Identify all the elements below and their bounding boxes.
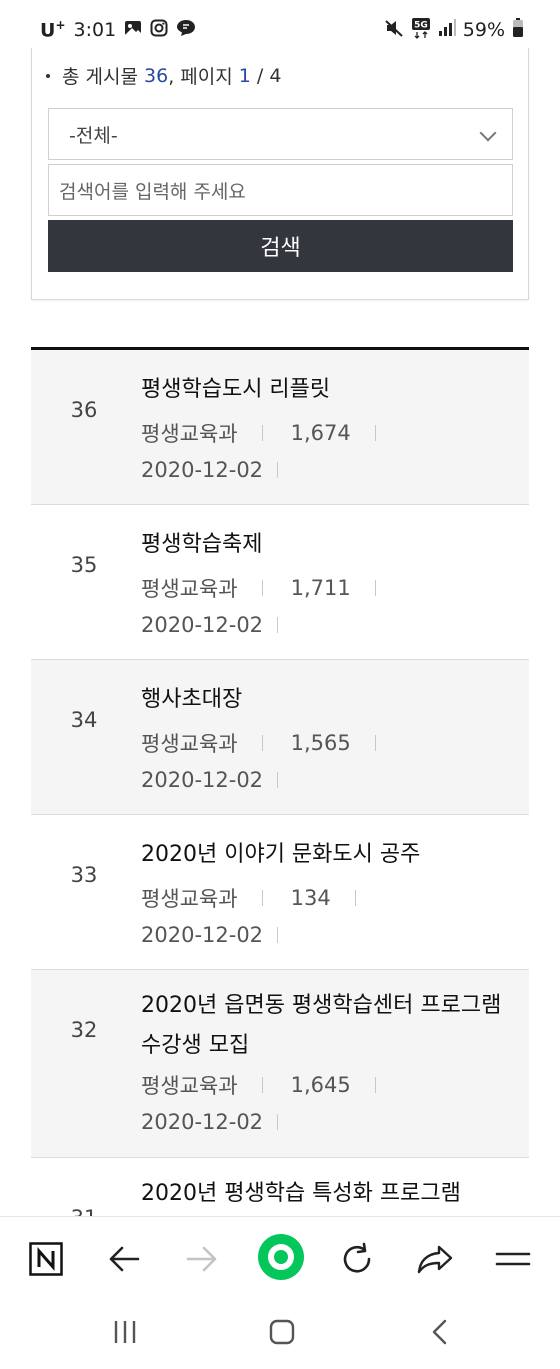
share-icon[interactable] <box>413 1237 457 1281</box>
post-views: 1,674 <box>290 421 351 445</box>
post-number: 32 <box>70 1018 98 1042</box>
post-views: 1,711 <box>290 576 351 600</box>
chat-icon <box>176 19 196 42</box>
post-meta: 평생교육과 1,565 <box>141 728 404 758</box>
gallery-icon <box>124 19 142 42</box>
refresh-icon[interactable] <box>335 1237 379 1281</box>
divider <box>354 890 356 906</box>
post-views: 134 <box>290 886 331 910</box>
post-dept: 평생교육과 <box>141 1074 238 1098</box>
post-number: 33 <box>70 863 98 887</box>
list-item[interactable]: 35 평생학습축제 평생교육과 1,711 2020-12-02 <box>31 505 529 660</box>
post-date-wrap: 2020-12-02 <box>141 768 279 792</box>
battery-icon <box>512 17 524 43</box>
post-meta: 평생교육과 134 <box>141 883 384 913</box>
current-page: 1 <box>238 64 251 87</box>
divider <box>261 735 263 751</box>
post-date: 2020-12-02 <box>141 458 264 482</box>
chevron-down-icon <box>479 124 497 142</box>
divider <box>277 927 279 943</box>
recent-apps-icon[interactable] <box>105 1314 145 1350</box>
divider <box>261 580 263 596</box>
mute-icon <box>384 19 404 42</box>
back-arrow-icon[interactable] <box>102 1237 146 1281</box>
system-nav-bar <box>0 1296 560 1369</box>
post-dept: 평생교육과 <box>141 577 238 601</box>
divider <box>277 1114 279 1130</box>
list-item[interactable]: 32 2020년 읍면동 평생학습센터 프로그램 수강생 모집 평생교육과 1,6… <box>31 970 529 1158</box>
post-meta: 평생교육과 1,645 <box>141 1070 404 1100</box>
naver-icon[interactable] <box>24 1237 68 1281</box>
home-icon[interactable] <box>262 1314 302 1350</box>
back-icon[interactable] <box>420 1314 460 1350</box>
post-number: 35 <box>70 553 98 577</box>
post-title[interactable]: 행사초대장 <box>141 680 511 720</box>
post-views: 1,645 <box>290 1073 351 1097</box>
divider <box>374 735 376 751</box>
total-count: 36 <box>144 64 169 87</box>
browser-toolbar <box>0 1216 560 1296</box>
post-date-wrap: 2020-12-02 <box>141 613 279 637</box>
post-summary: 총 게시물 36, 페이지 1 / 4 <box>44 62 281 89</box>
post-title[interactable]: 2020년 읍면동 평생학습센터 프로그램 수강생 모집 <box>141 986 511 1066</box>
list-item[interactable]: 33 2020년 이야기 문화도시 공주 평생교육과 134 2020-12-02 <box>31 815 529 970</box>
divider <box>374 1077 376 1093</box>
5g-icon: 5G <box>411 17 431 44</box>
post-date-wrap: 2020-12-02 <box>141 923 279 947</box>
divider <box>277 772 279 788</box>
post-title[interactable]: 2020년 평생학습 특성화 프로그램 <box>141 1174 511 1214</box>
post-title[interactable]: 평생학습축제 <box>141 525 511 565</box>
divider <box>277 617 279 633</box>
post-date: 2020-12-02 <box>141 923 264 947</box>
post-views: 1,565 <box>290 731 351 755</box>
search-input[interactable]: 검색어를 입력해 주세요 <box>48 164 513 216</box>
svg-text:5G: 5G <box>414 20 428 30</box>
search-panel: 총 게시물 36, 페이지 1 / 4 -전체- 검색어를 입력해 주세요 검색 <box>31 48 529 300</box>
instagram-icon <box>150 19 168 42</box>
menu-icon[interactable] <box>491 1237 535 1281</box>
post-title[interactable]: 2020년 이야기 문화도시 공주 <box>141 835 511 875</box>
carrier-label: U+ <box>40 18 66 42</box>
post-meta: 평생교육과 1,674 <box>141 418 404 448</box>
post-date: 2020-12-02 <box>141 613 264 637</box>
divider <box>374 425 376 441</box>
post-dept: 평생교육과 <box>141 732 238 756</box>
list-item[interactable]: 34 행사초대장 평생교육과 1,565 2020-12-02 <box>31 660 529 815</box>
clock: 3:01 <box>73 19 117 41</box>
search-placeholder: 검색어를 입력해 주세요 <box>59 180 246 203</box>
post-title[interactable]: 평생학습도시 리플릿 <box>141 370 511 410</box>
forward-arrow-icon[interactable] <box>180 1237 224 1281</box>
battery-percent: 59% <box>462 19 505 41</box>
post-date-wrap: 2020-12-02 <box>141 1110 279 1134</box>
divider <box>277 462 279 478</box>
post-date-wrap: 2020-12-02 <box>141 458 279 482</box>
total-pages: 4 <box>269 64 282 87</box>
divider <box>374 580 376 596</box>
post-number: 36 <box>70 398 98 422</box>
post-meta: 평생교육과 1,711 <box>141 573 404 603</box>
list-item[interactable]: 36 평생학습도시 리플릿 평생교육과 1,674 2020-12-02 <box>31 350 529 505</box>
post-date: 2020-12-02 <box>141 768 264 792</box>
divider <box>261 1077 263 1093</box>
post-dept: 평생교육과 <box>141 887 238 911</box>
divider <box>261 425 263 441</box>
bullet-icon <box>46 73 50 78</box>
green-dot-icon[interactable] <box>257 1233 305 1281</box>
post-list: 36 평생학습도시 리플릿 평생교육과 1,674 2020-12-02 35 평… <box>31 347 529 1238</box>
search-button[interactable]: 검색 <box>48 220 513 272</box>
post-date: 2020-12-02 <box>141 1110 264 1134</box>
divider <box>261 890 263 906</box>
category-select[interactable]: -전체- <box>48 108 513 160</box>
post-number: 34 <box>70 708 98 732</box>
signal-icon <box>438 18 456 42</box>
post-dept: 평생교육과 <box>141 422 238 446</box>
